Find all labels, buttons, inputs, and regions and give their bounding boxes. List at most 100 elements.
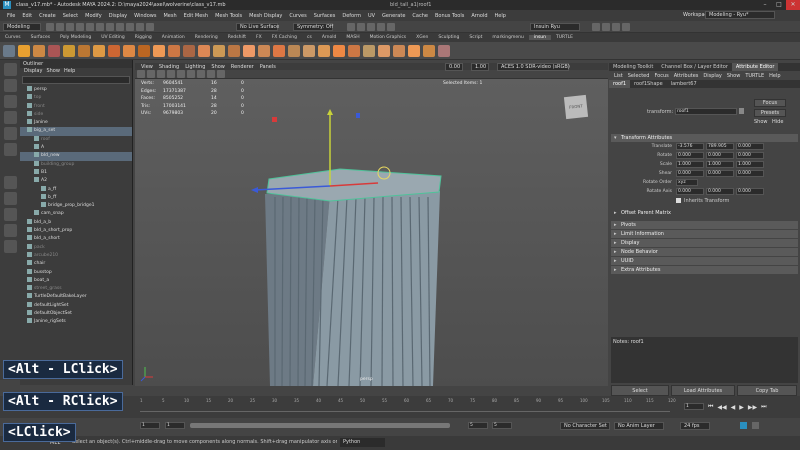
outliner-item[interactable]: A2 [20, 177, 132, 185]
xray-icon[interactable] [207, 70, 215, 78]
transform-name-field[interactable]: roof1 [675, 108, 737, 115]
single-view-icon[interactable] [3, 176, 17, 189]
menu-create[interactable]: Create [39, 13, 56, 19]
outliner-item[interactable]: TurtleDefaultBakeLayer [20, 293, 132, 301]
menu-curves[interactable]: Curves [289, 13, 306, 19]
viewport-menu-show[interactable]: Show [211, 64, 225, 70]
tool-settings-icon[interactable] [612, 23, 620, 31]
outliner-item[interactable]: side [20, 110, 132, 119]
attr-value-field[interactable]: 1.000 [706, 161, 734, 168]
attr-section[interactable]: UUID [611, 257, 798, 265]
outliner-item[interactable]: Janine_rigSets [20, 318, 132, 326]
shelf-tool-icon[interactable] [153, 44, 165, 57]
shelf-tool-icon[interactable] [138, 44, 150, 57]
shelf-tool-icon[interactable] [198, 44, 210, 57]
shelf-tool-icon[interactable] [93, 44, 105, 57]
outliner-item[interactable]: defaultObjectSet [20, 310, 132, 318]
outliner-item[interactable]: boat_a [20, 276, 132, 285]
menu-mesh[interactable]: Mesh [163, 13, 176, 19]
live-surface-field[interactable]: No Live Surface [236, 23, 279, 31]
shelf-tab-redshift[interactable]: Redshift [223, 35, 251, 40]
range-start-field[interactable]: 1 [165, 422, 185, 429]
viewport-menu-panels[interactable]: Panels [260, 64, 276, 70]
menu-generate[interactable]: Generate [382, 13, 405, 19]
node-tab[interactable]: lambert67 [667, 80, 701, 88]
attr-menu-item[interactable]: Selected [628, 73, 650, 79]
gamma-field[interactable]: 1.00 [471, 63, 489, 71]
anim-prefs-icon[interactable] [752, 422, 759, 429]
shelf-tab-poly-modeling[interactable]: Poly Modeling [55, 35, 96, 40]
attr-section[interactable]: Limit Information [611, 230, 798, 238]
outliner-item[interactable]: bld_new [20, 152, 132, 161]
attr-value-field[interactable]: 0.000 [706, 170, 734, 177]
rotate-tool-icon[interactable] [3, 127, 17, 140]
start-frame-field[interactable]: 1 [140, 422, 160, 429]
outliner-item[interactable]: defaultLightSet [20, 301, 132, 310]
fps-dropdown[interactable]: 24 fps [680, 422, 710, 430]
menu-arnold[interactable]: Arnold [471, 13, 487, 19]
attr-value-field[interactable]: 1.000 [736, 161, 764, 168]
menu-deform[interactable]: Deform [342, 13, 361, 19]
ipr-render-icon[interactable] [367, 23, 375, 31]
outliner-item[interactable]: bld_a_short [20, 235, 132, 243]
close-button[interactable]: ✕ [786, 0, 800, 10]
select-tool-icon[interactable] [3, 63, 17, 76]
shelf-tab-cs[interactable]: cs [302, 35, 317, 40]
select-hierarchy-icon[interactable] [96, 22, 104, 31]
character-set-dropdown[interactable]: No Character Set [560, 422, 610, 430]
attr-value-field[interactable]: 0.000 [706, 152, 734, 159]
grid-icon[interactable] [147, 70, 155, 78]
inherits-transform-checkbox[interactable] [676, 198, 681, 203]
render-frame-icon[interactable] [357, 23, 365, 31]
shelf-tool-icon[interactable] [258, 44, 270, 57]
step-forward-icon[interactable]: ▶▶ [748, 404, 757, 411]
outliner-item[interactable]: busstop [20, 268, 132, 277]
camera-icon[interactable] [137, 70, 145, 78]
outliner-layout-icon[interactable] [3, 208, 17, 221]
shelf-tool-icon[interactable] [378, 44, 390, 57]
snap-point-icon[interactable] [146, 22, 154, 31]
section-transform-attributes[interactable]: Transform Attributes [611, 134, 798, 142]
attr-section[interactable]: Pivots [611, 221, 798, 229]
shadows-icon[interactable] [197, 70, 205, 78]
attr-menu-item[interactable]: TURTLE [745, 73, 764, 79]
auto-key-icon[interactable] [740, 422, 747, 429]
attr-section[interactable]: Node Behavior [611, 248, 798, 256]
shelf-tool-icon[interactable] [273, 44, 285, 57]
lights-icon[interactable] [187, 70, 195, 78]
node-tab[interactable]: roof1 [609, 80, 631, 88]
smooth-shade-icon[interactable] [167, 70, 175, 78]
shelf-tab-motion-graphics[interactable]: Motion Graphics [365, 35, 412, 40]
menu-mesh-tools[interactable]: Mesh Tools [215, 13, 242, 19]
attr-section[interactable]: Extra Attributes [611, 266, 798, 274]
goto-node-icon[interactable] [739, 108, 744, 114]
go-start-icon[interactable]: ⏮ [708, 403, 713, 411]
panel-tab[interactable]: Channel Box / Layer Editor [657, 63, 732, 71]
outliner-item[interactable]: roof [20, 135, 132, 144]
shelf-tool-icon[interactable] [18, 44, 30, 57]
shelf-tab-rendering[interactable]: Rendering [190, 35, 223, 40]
outliner-item[interactable]: bridge_prop_bridge1 [20, 202, 132, 210]
panel-tab[interactable]: Modeling Toolkit [609, 63, 657, 71]
shelf-tool-icon[interactable] [48, 44, 60, 57]
channel-box-icon[interactable] [622, 23, 630, 31]
undo-icon[interactable] [76, 22, 84, 31]
viewport-scene[interactable]: Verts: 9604541 16 0 Edges: 17371387 28 0 Faces: 8… [135, 79, 608, 386]
outliner-item[interactable]: a_ff [20, 185, 132, 194]
attr-value-field[interactable]: -3.576 [676, 143, 704, 150]
shelf-tool-icon[interactable] [33, 44, 45, 57]
shelf-tool-icon[interactable] [168, 44, 180, 57]
select-button[interactable]: Select [611, 385, 669, 396]
move-tool-icon[interactable] [3, 111, 17, 124]
show-button[interactable]: Show [754, 119, 768, 125]
shelf-tab-arnold[interactable]: Arnold [317, 35, 342, 40]
snap-grid-icon[interactable] [126, 22, 134, 31]
outliner-item[interactable]: building_group [20, 160, 132, 169]
shelf-tool-icon[interactable] [78, 44, 90, 57]
menu-cache[interactable]: Cache [412, 13, 428, 19]
redo-icon[interactable] [86, 22, 94, 31]
textured-icon[interactable] [177, 70, 185, 78]
shelf-tab-insun[interactable]: insun [528, 35, 551, 40]
attr-menu-item[interactable]: Help [769, 73, 780, 79]
attr-menu-item[interactable]: Display [703, 73, 721, 79]
